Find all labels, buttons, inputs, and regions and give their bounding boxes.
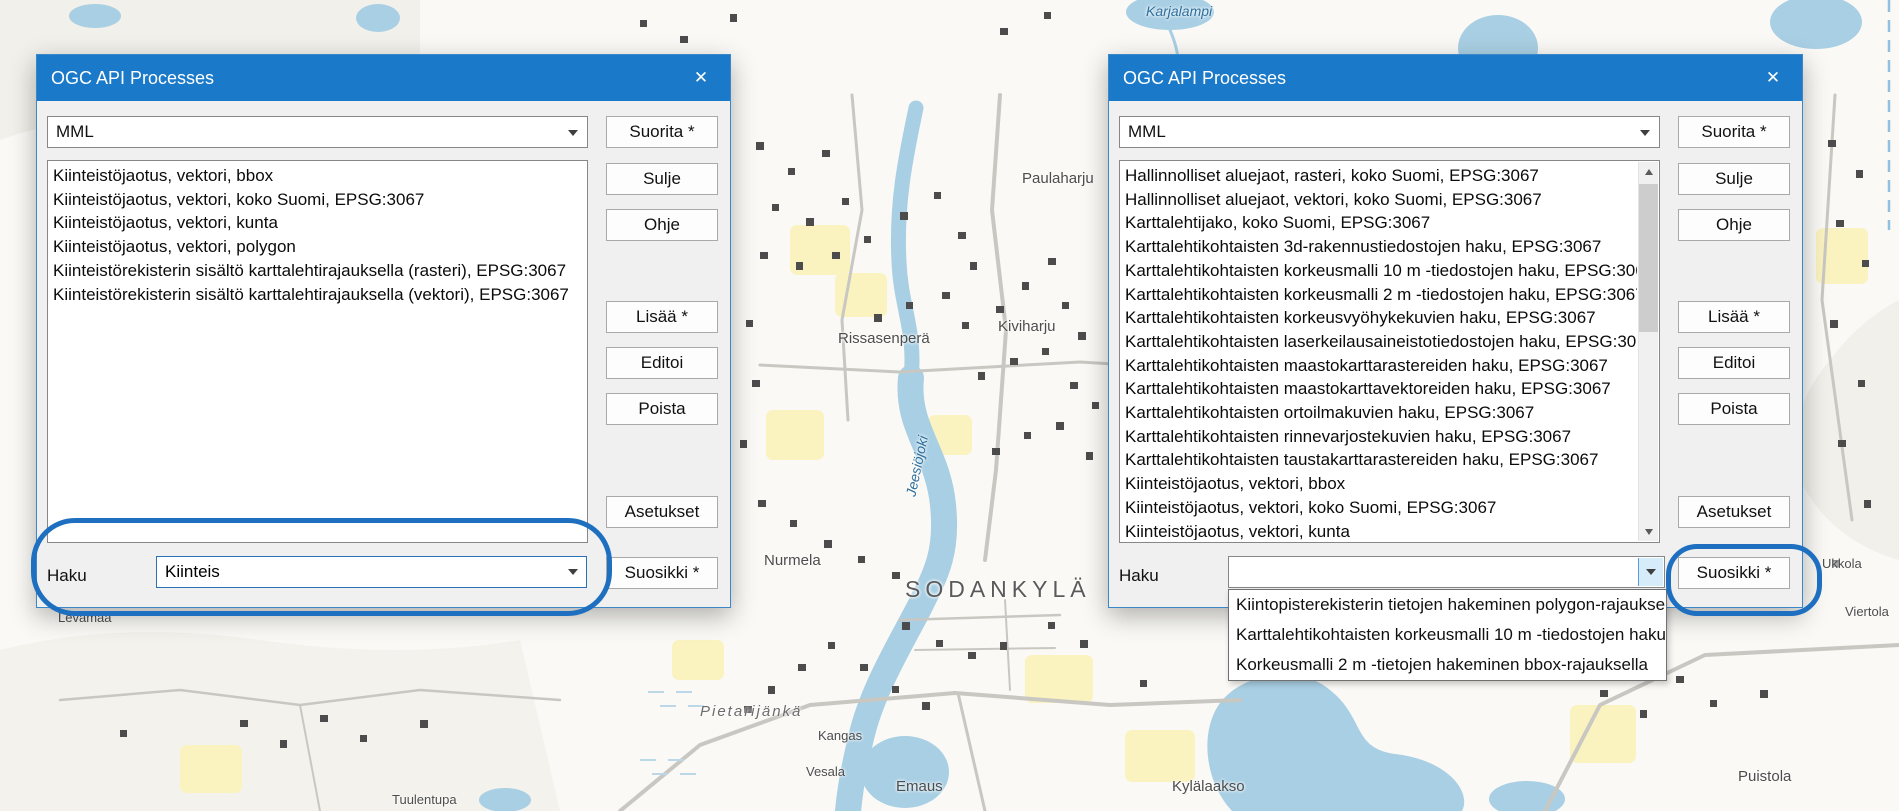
map-label-puistola: Puistola bbox=[1738, 768, 1791, 785]
dialog-title: OGC API Processes bbox=[1123, 68, 1286, 89]
close-icon[interactable]: ✕ bbox=[1744, 55, 1802, 101]
chevron-down-icon bbox=[568, 130, 578, 136]
chevron-down-icon bbox=[568, 569, 578, 575]
close-icon[interactable]: ✕ bbox=[672, 55, 730, 101]
suorita-button[interactable]: Suorita * bbox=[1678, 116, 1790, 148]
map-label-pietarijanka: Pietarijänkä bbox=[700, 703, 802, 720]
editoi-button[interactable]: Editoi bbox=[1678, 347, 1790, 379]
suorita-button[interactable]: Suorita * bbox=[606, 116, 718, 148]
process-list-item[interactable]: Kiinteistöjaotus, vektori, bbox bbox=[53, 164, 584, 188]
chevron-down-icon bbox=[1640, 130, 1650, 136]
search-dropdown-option[interactable]: Karttalehtikohtaisten korkeusmalli 10 m … bbox=[1229, 620, 1666, 650]
process-list-item[interactable]: Karttalehtikohtaisten maastokarttaraster… bbox=[1125, 354, 1637, 378]
process-list-item[interactable]: Kiinteistöjaotus, vektori, koko Suomi, E… bbox=[53, 188, 584, 212]
sulje-button[interactable]: Sulje bbox=[606, 163, 718, 195]
ohje-button[interactable]: Ohje bbox=[606, 209, 718, 241]
process-list[interactable]: Hallinnolliset aluejaot, rasteri, koko S… bbox=[1119, 160, 1660, 543]
search-input[interactable] bbox=[1230, 558, 1637, 586]
search-label: Haku bbox=[47, 560, 87, 592]
poista-button[interactable]: Poista bbox=[1678, 393, 1790, 425]
process-list-item[interactable]: Kiinteistöjaotus, vektori, kunta bbox=[1125, 520, 1637, 540]
map-label-nurmela: Nurmela bbox=[764, 552, 821, 569]
process-list[interactable]: Kiinteistöjaotus, vektori, bboxKiinteist… bbox=[47, 160, 588, 543]
process-list-item[interactable]: Karttalehtikohtaisten korkeusvyöhykekuvi… bbox=[1125, 306, 1637, 330]
map-label-kangas: Kangas bbox=[818, 728, 862, 743]
search-combobox[interactable] bbox=[156, 556, 587, 588]
process-list-item[interactable]: Kiinteistöjaotus, vektori, koko Suomi, E… bbox=[1125, 496, 1637, 520]
source-select-value: MML bbox=[1128, 117, 1633, 147]
editoi-button[interactable]: Editoi bbox=[606, 347, 718, 379]
suosikki-button[interactable]: Suosikki * bbox=[606, 557, 718, 589]
map-label-levamaa: Levämaa bbox=[58, 610, 111, 625]
process-list-item[interactable]: Hallinnolliset aluejaot, vektori, koko S… bbox=[1125, 188, 1637, 212]
search-dropdown-option[interactable]: Korkeusmalli 2 m -tietojen hakeminen bbo… bbox=[1229, 650, 1666, 680]
map-label-kiviharju: Kiviharju bbox=[998, 318, 1056, 335]
scrollbar-up-icon[interactable] bbox=[1639, 162, 1658, 181]
process-list-item[interactable]: Karttalehtikohtaisten korkeusmalli 10 m … bbox=[1125, 259, 1637, 283]
lisaa-button[interactable]: Lisää * bbox=[1678, 301, 1790, 333]
process-list-item[interactable]: Karttalehtikohtaisten 3d-rakennustiedost… bbox=[1125, 235, 1637, 259]
vertical-scrollbar[interactable] bbox=[1638, 162, 1658, 541]
process-list-item[interactable]: Kiinteistöjaotus, vektori, polygon bbox=[53, 235, 584, 259]
dialog-titlebar[interactable]: OGC API Processes ✕ bbox=[1109, 55, 1802, 101]
asetukset-button[interactable]: Asetukset bbox=[1678, 496, 1790, 528]
ogc-api-processes-dialog-right: OGC API Processes ✕ MML Hallinnolliset a… bbox=[1108, 54, 1803, 608]
dialog-titlebar[interactable]: OGC API Processes ✕ bbox=[37, 55, 730, 101]
process-list-item[interactable]: Karttalehtikohtaisten taustakarttaraster… bbox=[1125, 448, 1637, 472]
dialog-title: OGC API Processes bbox=[51, 68, 214, 89]
map-label-sodankyla: SODANKYLÄ bbox=[905, 576, 1091, 603]
search-dropdown-button[interactable] bbox=[1638, 558, 1663, 586]
map-label-ukkola: Ukkola bbox=[1822, 556, 1862, 571]
map-label-karjalampi: Karjalampi bbox=[1146, 3, 1212, 19]
ogc-api-processes-dialog-left: OGC API Processes ✕ MML Kiinteistöjaotus… bbox=[36, 54, 731, 608]
map-label-viertola: Viertola bbox=[1845, 604, 1889, 619]
suosikki-button[interactable]: Suosikki * bbox=[1678, 557, 1790, 589]
sulje-button[interactable]: Sulje bbox=[1678, 163, 1790, 195]
map-label-emaus: Emaus bbox=[896, 778, 943, 795]
chevron-down-icon bbox=[1646, 569, 1656, 575]
process-list-item[interactable]: Kiinteistörekisterin sisältö karttalehti… bbox=[53, 259, 584, 283]
search-combobox[interactable] bbox=[1228, 556, 1665, 588]
scrollbar-thumb[interactable] bbox=[1639, 184, 1658, 332]
process-list-item[interactable]: Karttalehtikohtaisten rinnevarjostekuvie… bbox=[1125, 425, 1637, 449]
search-dropdown-button[interactable] bbox=[561, 558, 585, 586]
search-label: Haku bbox=[1119, 560, 1159, 592]
process-list-item[interactable]: Karttalehtikohtaisten laserkeilausaineis… bbox=[1125, 330, 1637, 354]
source-select[interactable]: MML bbox=[1119, 116, 1660, 148]
map-label-kylalaakso: Kylälaakso bbox=[1172, 778, 1245, 795]
map-label-tuulentupa: Tuulentupa bbox=[392, 792, 457, 807]
poista-button[interactable]: Poista bbox=[606, 393, 718, 425]
lisaa-button[interactable]: Lisää * bbox=[606, 301, 718, 333]
process-list-item[interactable]: Karttalehtikohtaisten ortoilmakuvien hak… bbox=[1125, 401, 1637, 425]
source-select-value: MML bbox=[56, 117, 561, 147]
map-label-paulaharju: Paulaharju bbox=[1022, 170, 1094, 187]
map-label-vesala: Vesala bbox=[806, 764, 845, 779]
process-list-item[interactable]: Kiinteistöjaotus, vektori, kunta bbox=[53, 211, 584, 235]
search-input[interactable] bbox=[158, 558, 559, 586]
map-label-rissasenpera: Rissasenperä bbox=[838, 330, 930, 347]
process-list-item[interactable]: Kiinteistöjaotus, vektori, bbox bbox=[1125, 472, 1637, 496]
scrollbar-down-icon[interactable] bbox=[1639, 522, 1658, 541]
process-list-item[interactable]: Kiinteistörekisterin sisältö karttalehti… bbox=[53, 283, 584, 307]
process-list-item[interactable]: Karttalehtikohtaisten korkeusmalli 2 m -… bbox=[1125, 283, 1637, 307]
asetukset-button[interactable]: Asetukset bbox=[606, 496, 718, 528]
process-list-item[interactable]: Hallinnolliset aluejaot, rasteri, koko S… bbox=[1125, 164, 1637, 188]
source-select[interactable]: MML bbox=[47, 116, 588, 148]
ohje-button[interactable]: Ohje bbox=[1678, 209, 1790, 241]
search-dropdown-option[interactable]: Kiintopisterekisterin tietojen hakeminen… bbox=[1229, 590, 1666, 620]
search-dropdown-list[interactable]: Kiintopisterekisterin tietojen hakeminen… bbox=[1228, 589, 1667, 681]
process-list-item[interactable]: Karttalehtijako, koko Suomi, EPSG:3067 bbox=[1125, 211, 1637, 235]
process-list-item[interactable]: Karttalehtikohtaisten maastokarttavektor… bbox=[1125, 377, 1637, 401]
